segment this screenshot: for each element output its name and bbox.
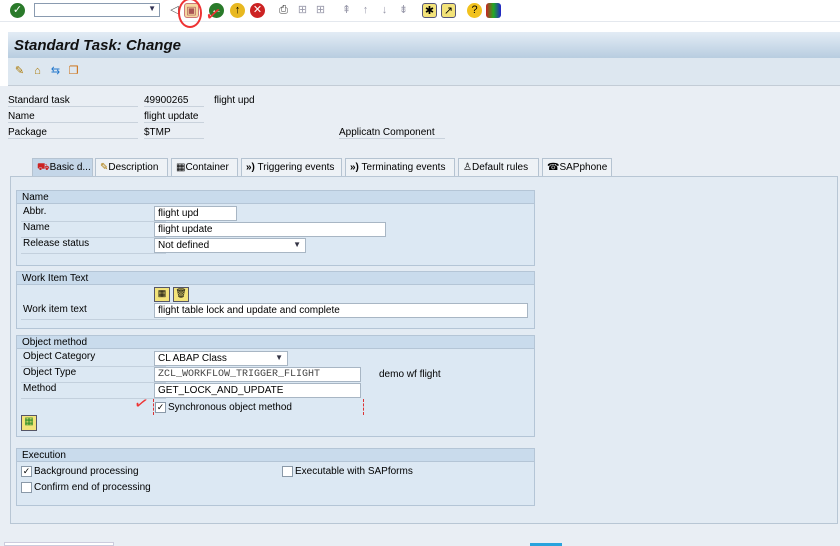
- event-icon: »): [246, 162, 255, 173]
- insert-variable-icon[interactable]: ▦: [154, 287, 170, 302]
- tab-triggering-events[interactable]: ») Triggering events: [241, 158, 342, 176]
- previous-page-icon[interactable]: ↑: [358, 3, 373, 18]
- name-group: Name Abbr. flight upd Name flight update…: [16, 190, 535, 266]
- abbr-label: Abbr.: [21, 206, 166, 222]
- abbr-input[interactable]: flight upd: [154, 206, 237, 221]
- confirm-end-label: Confirm end of processing: [34, 482, 151, 493]
- group-title: Work Item Text: [17, 272, 534, 285]
- group-title: Object method: [17, 336, 534, 349]
- find-icon[interactable]: ⊞: [295, 3, 310, 18]
- name-input[interactable]: flight update: [154, 222, 386, 237]
- tab-label: Default rules: [472, 162, 528, 173]
- method-input[interactable]: GET_LOCK_AND_UPDATE: [154, 383, 361, 398]
- name-field-label: Name: [21, 222, 166, 238]
- object-category-select[interactable]: CL ABAP Class ▼: [154, 351, 288, 366]
- application-toolbar: ✎ ⌂ ⇆ ❐: [8, 58, 840, 86]
- tab-label: Basic d...: [50, 162, 91, 173]
- package-label: Package: [8, 127, 138, 139]
- find-next-icon[interactable]: ⊞: [313, 3, 328, 18]
- object-type-label: Object Type: [21, 367, 166, 383]
- customize-layout-icon[interactable]: [486, 3, 501, 18]
- tab-terminating-events[interactable]: ») Terminating events: [345, 158, 455, 176]
- synchronous-annotation-bracket: [153, 399, 364, 415]
- chevron-down-icon[interactable]: ▼: [275, 353, 283, 362]
- group-title: Name: [17, 191, 534, 204]
- rules-icon: ♙: [463, 162, 472, 173]
- standard-task-abbr: flight upd: [214, 95, 255, 106]
- basic-data-icon: ⛟: [37, 162, 50, 173]
- standard-task-id: 49900265: [144, 95, 204, 107]
- phone-icon: ☎: [547, 162, 559, 173]
- next-page-icon[interactable]: ↓: [377, 3, 392, 18]
- chevron-down-icon[interactable]: ▼: [148, 4, 156, 13]
- tab-sapphone[interactable]: ☎SAPphone: [542, 158, 612, 176]
- enter-icon[interactable]: ✓: [10, 3, 25, 18]
- save-annotation-circle: [178, 0, 202, 28]
- name-label: Name: [8, 111, 138, 123]
- shortcut-icon[interactable]: ↗: [441, 3, 456, 18]
- standard-task-label: Standard task: [8, 95, 138, 107]
- group-title: Execution: [17, 449, 534, 462]
- sapforms-checkbox[interactable]: [282, 466, 293, 477]
- chevron-down-icon[interactable]: ▼: [293, 240, 301, 249]
- tab-label: Description: [108, 162, 158, 173]
- display-change-icon[interactable]: ✎: [12, 64, 27, 79]
- tab-label: Triggering events: [258, 162, 335, 173]
- help-icon[interactable]: ?: [467, 3, 482, 18]
- work-item-group: Work Item Text ▦ 🗑 Work item text flight…: [16, 271, 535, 329]
- event-icon: »): [350, 162, 359, 173]
- new-session-icon[interactable]: ✱: [422, 3, 437, 18]
- release-status-select[interactable]: Not defined ▼: [154, 238, 306, 253]
- app-component-label: Applicatn Component: [339, 127, 445, 139]
- tab-container[interactable]: ▦Container: [171, 158, 238, 176]
- confirm-end-checkbox[interactable]: [21, 482, 32, 493]
- object-type-description: demo wf flight: [379, 369, 441, 380]
- object-category-value: CL ABAP Class: [158, 353, 227, 364]
- command-field[interactable]: ▼: [34, 3, 160, 17]
- delete-icon[interactable]: 🗑: [173, 287, 189, 302]
- copy-icon[interactable]: ❐: [66, 64, 81, 79]
- background-processing-checkbox[interactable]: ✓: [21, 466, 32, 477]
- background-processing-label: Background processing: [34, 466, 139, 477]
- tab-label: Terminating events: [362, 162, 446, 173]
- tab-description[interactable]: ✎Description: [95, 158, 168, 176]
- exit-icon[interactable]: ↑: [230, 3, 245, 18]
- checkmark-annotation: ✓: [203, 1, 224, 29]
- status-bar: [4, 542, 114, 546]
- first-page-icon[interactable]: ⇞: [339, 3, 354, 18]
- package-value: $TMP: [144, 127, 204, 139]
- work-item-text-input[interactable]: flight table lock and update and complet…: [154, 303, 528, 318]
- tab-basic-data[interactable]: ⛟Basic d...: [32, 158, 93, 176]
- work-item-text-label: Work item text: [21, 304, 166, 320]
- last-page-icon[interactable]: ⇟: [396, 3, 411, 18]
- release-status-label: Release status: [21, 238, 166, 254]
- page-title: Standard Task: Change: [8, 32, 840, 58]
- execution-group: Execution ✓ Background processing Execut…: [16, 448, 535, 506]
- object-type-input[interactable]: ZCL_WORKFLOW_TRIGGER_FLIGHT: [154, 367, 361, 382]
- object-method-group: Object method Object Category CL ABAP Cl…: [16, 335, 535, 437]
- system-toolbar: ✓ ▼ ◁ ▣ ← ✓ ↑ ✕ ⎙ ⊞ ⊞ ⇞ ↑ ↓ ⇟ ✱ ↗ ?: [0, 0, 840, 22]
- print-icon[interactable]: ⎙: [276, 3, 291, 18]
- object-display-icon[interactable]: ▦: [21, 415, 37, 431]
- tab-default-rules[interactable]: ♙Default rules: [458, 158, 539, 176]
- sapforms-label: Executable with SAPforms: [295, 466, 413, 477]
- tab-label: SAPphone: [559, 162, 607, 173]
- where-used-icon[interactable]: ⇆: [48, 64, 63, 79]
- other-object-icon[interactable]: ⌂: [30, 64, 45, 79]
- object-category-label: Object Category: [21, 351, 166, 367]
- release-status-value: Not defined: [158, 240, 209, 251]
- cancel-icon[interactable]: ✕: [250, 3, 265, 18]
- name-value: flight update: [144, 111, 204, 123]
- tab-label: Container: [185, 162, 228, 173]
